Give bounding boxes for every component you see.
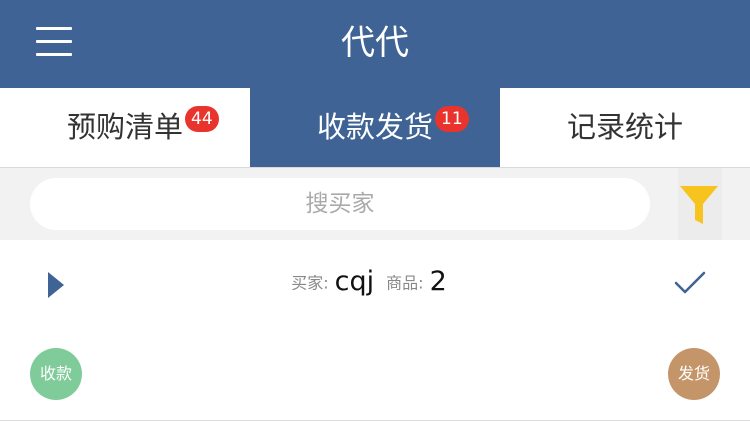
app-header: 代代 [0,0,750,88]
buyer-label: 买家: [291,273,329,293]
checkmark-icon[interactable] [674,270,706,296]
filter-button[interactable] [678,168,722,240]
search-buyer-input[interactable] [30,178,650,230]
search-bar [0,168,750,240]
goods-count: 2 [429,266,447,297]
order-summary: 买家: cqj 商品: 2 [0,266,750,306]
receive-payment-button[interactable]: 收款 [30,348,82,400]
tab-label: 记录统计 [566,110,683,144]
tab-records-stats[interactable]: 记录统计 [500,88,750,167]
buyer-value: cqj [334,266,375,297]
tab-label: 收款发货 [316,110,433,144]
order-list-item: 买家: cqj 商品: 2 收款 发货 [0,240,750,420]
count-badge: 44 [185,106,219,132]
tab-preorder-list[interactable]: 预购清单 44 [0,88,250,167]
tab-label: 预购清单 [66,110,183,144]
goods-label: 商品: [386,273,424,293]
count-badge: 11 [435,106,469,132]
tab-payment-shipping[interactable]: 收款发货 11 [250,88,500,167]
page-title: 代代 [341,23,409,63]
ship-button[interactable]: 发货 [668,348,720,400]
funnel-filter-icon [680,186,718,224]
tab-bar: 预购清单 44 收款发货 11 记录统计 [0,88,750,168]
